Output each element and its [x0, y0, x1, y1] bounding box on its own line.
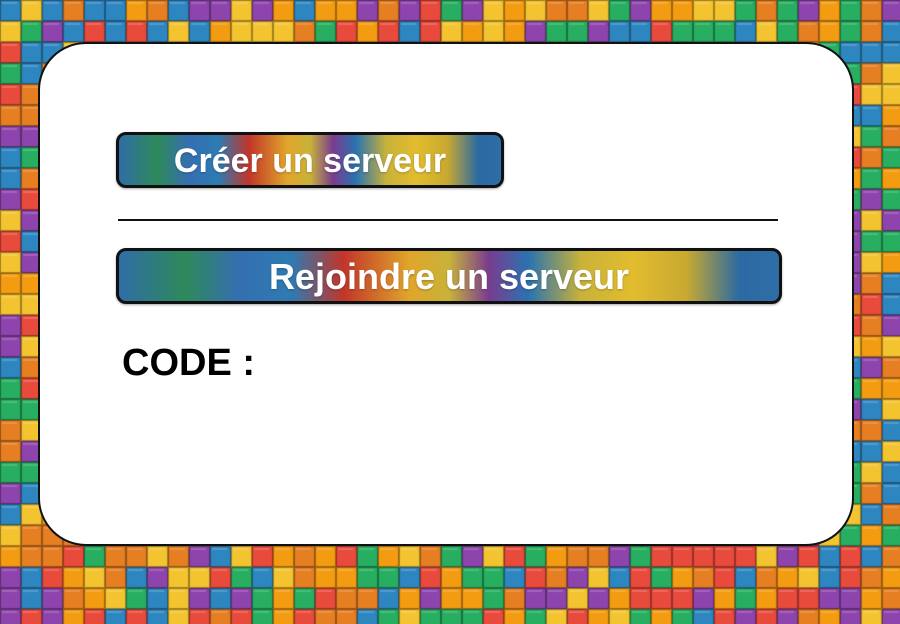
join-server-button[interactable]: Rejoindre un serveur [116, 248, 782, 304]
create-server-button[interactable]: Créer un serveur [116, 132, 504, 188]
divider [118, 219, 778, 221]
code-input[interactable] [272, 344, 584, 388]
menu-card: Créer un serveur Rejoindre un serveur CO… [38, 42, 854, 546]
code-label: CODE : [122, 342, 255, 384]
